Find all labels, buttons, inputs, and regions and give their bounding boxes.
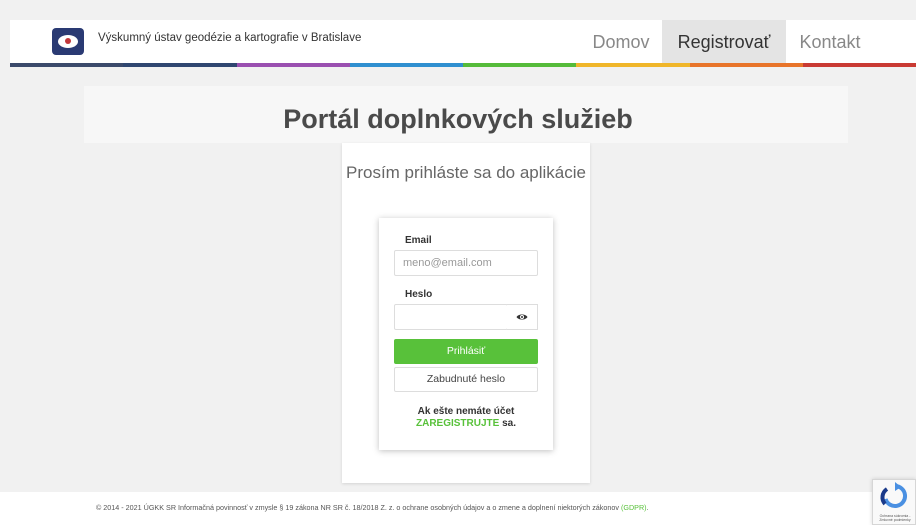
- forgot-password-button[interactable]: Zabudnuté heslo: [394, 367, 538, 392]
- footer-text: © 2014 - 2021 ÚGKK SR Informačná povinno…: [96, 503, 649, 512]
- color-stripe-segment: [123, 63, 237, 67]
- footer: © 2014 - 2021 ÚGKK SR Informačná povinno…: [0, 492, 916, 525]
- register-suffix: sa.: [499, 418, 517, 429]
- color-stripe-segment: [689, 63, 803, 67]
- footer-notice: © 2014 - 2021 ÚGKK SR Informačná povinno…: [96, 503, 621, 512]
- recaptcha-icon: [880, 482, 908, 508]
- login-card: Prosím prihláste sa do aplikácie Email H…: [342, 143, 590, 483]
- logo[interactable]: [52, 28, 84, 55]
- show-password-button[interactable]: [507, 304, 538, 330]
- navbar: Výskumný ústav geodézie a kartografie v …: [10, 20, 916, 64]
- login-title-text: Prosím prihláste sa do aplikácie: [345, 163, 586, 182]
- nav-contact[interactable]: Kontakt: [786, 20, 874, 64]
- nav-home[interactable]: Domov: [583, 20, 659, 64]
- logo-eye-icon: [58, 35, 78, 48]
- password-input[interactable]: [394, 304, 508, 330]
- color-stripe-segment: [463, 63, 577, 67]
- recaptcha-text[interactable]: Ochrana súkromia - Zmluvné podmienky: [875, 514, 915, 522]
- gdpr-link[interactable]: (GDPR): [621, 503, 647, 512]
- login-form: Email Heslo Prihlásiť Zabudnuté heslo Ak…: [379, 218, 553, 450]
- color-stripe-bar: [10, 63, 916, 67]
- email-input[interactable]: [394, 250, 538, 276]
- footer-suffix: .: [646, 503, 649, 512]
- register-link[interactable]: ZAREGISTRUJTE: [416, 418, 499, 429]
- recaptcha-badge[interactable]: Ochrana súkromia - Zmluvné podmienky: [872, 479, 916, 525]
- color-stripe-segment: [236, 63, 350, 67]
- password-label: Heslo: [405, 289, 433, 300]
- color-stripe-segment: [802, 63, 916, 67]
- color-stripe-segment: [349, 63, 463, 67]
- color-stripe-segment: [10, 63, 124, 67]
- login-button[interactable]: Prihlásiť: [394, 339, 538, 364]
- eye-icon: [516, 314, 528, 320]
- login-title: Prosím prihláste sa do aplikácie: [342, 163, 590, 183]
- page-title: Portál doplnkových služieb: [283, 104, 633, 134]
- register-line: ZAREGISTRUJTE sa.: [379, 418, 553, 430]
- no-account-text: Ak ešte nemáte účet: [417, 406, 515, 417]
- register-note: Ak ešte nemáte účet ZAREGISTRUJTE sa.: [379, 406, 553, 430]
- email-label: Email: [405, 235, 432, 246]
- site-title[interactable]: Výskumný ústav geodézie a kartografie v …: [98, 32, 361, 44]
- color-stripe-segment: [576, 63, 690, 67]
- nav-register[interactable]: Registrovať: [662, 20, 786, 64]
